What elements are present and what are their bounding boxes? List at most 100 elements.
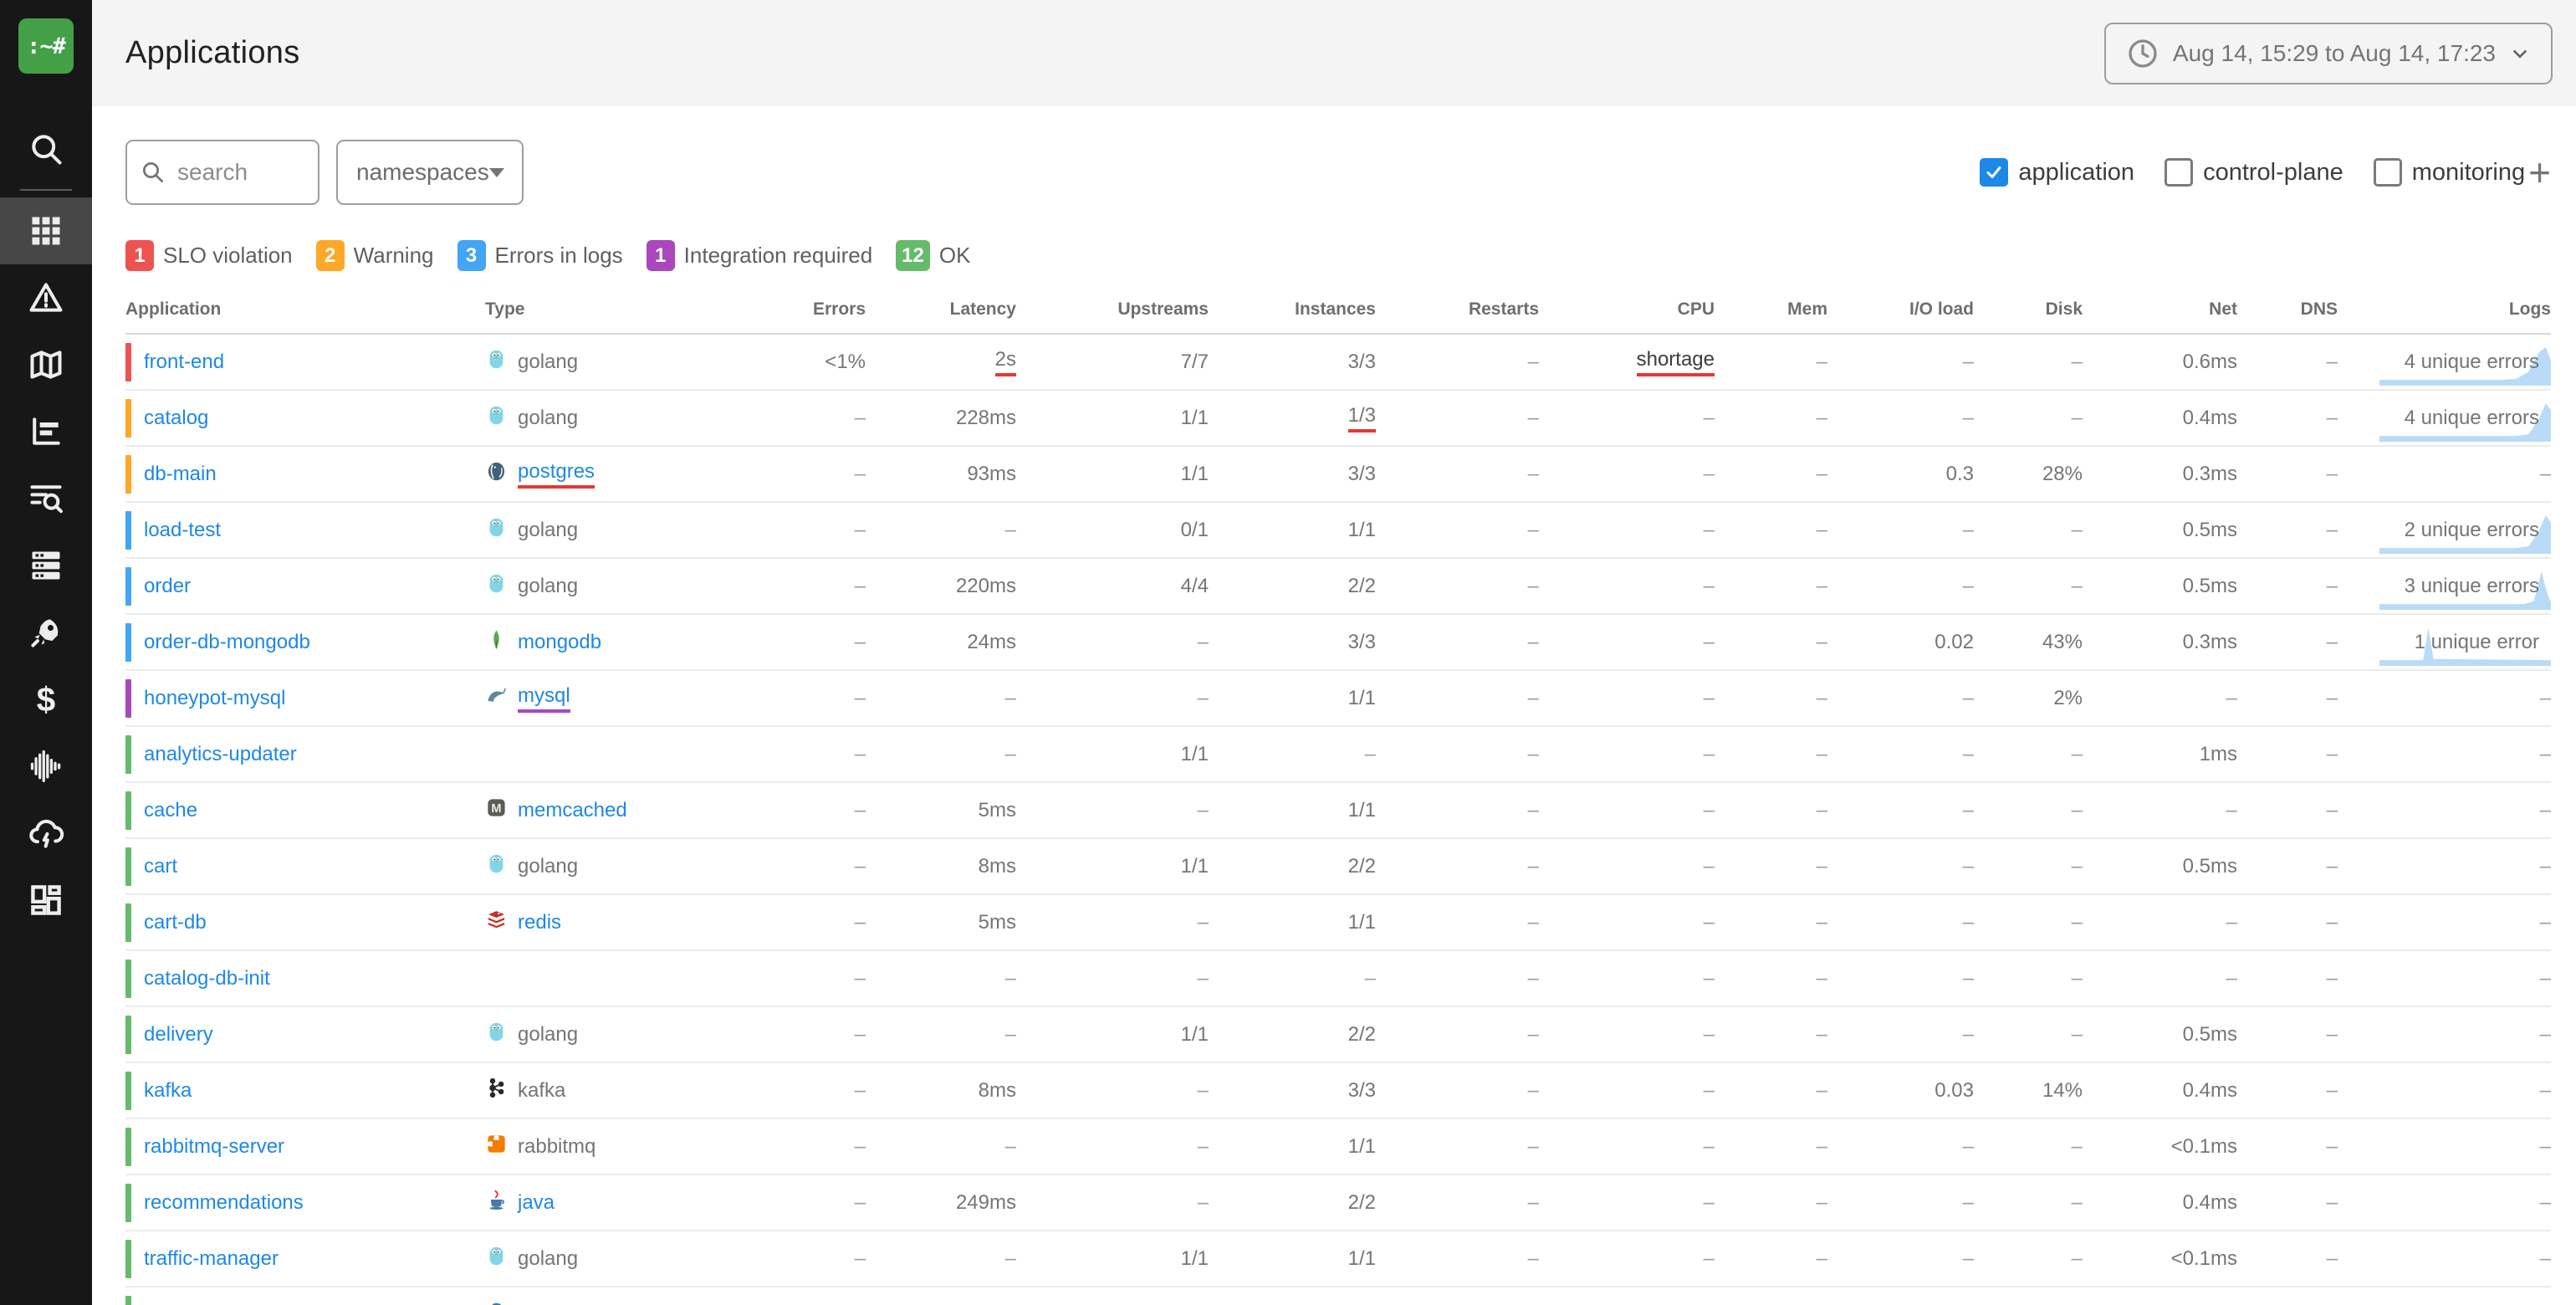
golang-icon xyxy=(485,348,508,376)
application-link[interactable]: front-end xyxy=(144,351,224,374)
type-label: golang xyxy=(518,855,578,878)
cell-value: 228ms xyxy=(956,407,1016,429)
empty-value: – xyxy=(1704,1247,1715,1270)
empty-value: – xyxy=(2540,799,2551,821)
apps-grid-icon xyxy=(27,212,65,250)
logs-link[interactable]: 2 unique errors xyxy=(2405,519,2539,542)
rabbitmq-icon xyxy=(485,1133,508,1161)
table-row-kafka: kafka kafka–8ms–3/3–––0.0314%0.4ms–– xyxy=(125,1062,2551,1118)
application-cell: catalog xyxy=(125,391,485,445)
type-label[interactable]: mysql xyxy=(518,684,570,713)
sidebar-item-incidents[interactable] xyxy=(0,264,92,331)
table-row-rabbitmq-server: rabbitmq-server rabbitmq–––1/1–––––<0.1m… xyxy=(125,1118,2551,1174)
empty-value: – xyxy=(1817,575,1827,597)
sidebar-item-anomalies[interactable] xyxy=(0,800,92,867)
logs-cell: 2 unique errors xyxy=(2338,502,2551,558)
application-cell: analytics-updater xyxy=(125,727,485,781)
type-label[interactable]: postgres xyxy=(518,460,595,489)
empty-value: – xyxy=(855,911,866,934)
logs-cell: – xyxy=(2338,782,2551,838)
application-cell: cart xyxy=(125,839,485,893)
application-link[interactable]: traffic-manager xyxy=(144,1247,279,1271)
application-link[interactable]: analytics-updater xyxy=(144,743,297,766)
empty-value: – xyxy=(2072,575,2083,597)
sidebar-item-deployments[interactable] xyxy=(0,599,92,666)
empty-value: – xyxy=(1528,463,1539,485)
sidebar-item-costs[interactable]: $ xyxy=(0,666,92,733)
cell-value: 3/3 xyxy=(1348,631,1376,653)
badge-count: 1 xyxy=(647,240,675,271)
type-label: golang xyxy=(518,407,578,430)
sidebar-item-profiling[interactable] xyxy=(0,733,92,800)
application-link[interactable]: order xyxy=(144,575,191,598)
application-link[interactable]: delivery xyxy=(144,1023,213,1047)
application-link[interactable]: order-db-mongodb xyxy=(144,631,310,654)
cell-value: 1ms xyxy=(2200,743,2237,765)
sidebar-item-traces[interactable] xyxy=(0,398,92,465)
type-cell: golang xyxy=(485,404,795,432)
badge-count: 3 xyxy=(457,240,486,271)
table-row-cart: cart golang–8ms1/12/2–––––0.5ms–– xyxy=(125,838,2551,894)
column-header-upstreams: Upstreams xyxy=(1016,299,1209,334)
cell-value: 0.5ms xyxy=(2183,519,2237,541)
empty-value: – xyxy=(2226,687,2237,709)
empty-value: – xyxy=(855,631,866,653)
cell-value: 14% xyxy=(2042,1079,2083,1102)
namespaces-select[interactable]: namespaces xyxy=(336,140,524,205)
empty-value: – xyxy=(1528,575,1539,597)
type-label: golang xyxy=(518,351,578,374)
golang-icon xyxy=(485,572,508,601)
empty-value: – xyxy=(1817,855,1827,878)
logs-link[interactable]: 3 unique errors xyxy=(2405,575,2539,598)
sidebar-item-search[interactable] xyxy=(0,115,92,182)
app-logo[interactable]: :~# xyxy=(18,18,74,74)
project-checkbox-application[interactable]: application xyxy=(1980,158,2134,187)
applications-table: ApplicationTypeErrorsLatencyUpstreamsIns… xyxy=(125,299,2551,1305)
application-cell: delivery xyxy=(125,1007,485,1062)
logs-cell: – xyxy=(2338,894,2551,950)
application-cell: kafka xyxy=(125,1063,485,1118)
type-label[interactable]: memcached xyxy=(518,799,627,822)
status-bar xyxy=(125,903,131,942)
project-checkbox-monitoring[interactable]: monitoring xyxy=(2374,158,2525,187)
sidebar-item-logs[interactable] xyxy=(0,465,92,532)
sidebar-item-nodes[interactable] xyxy=(0,532,92,599)
empty-value: – xyxy=(2540,855,2551,878)
sidebar-item-service-map[interactable] xyxy=(0,331,92,398)
logs-link[interactable]: 4 unique errors xyxy=(2405,407,2539,430)
empty-value: – xyxy=(855,1079,866,1102)
table-row-order-db-mongodb: order-db-mongodb mongodb–24ms–3/3–––0.02… xyxy=(125,614,2551,670)
postgres-icon xyxy=(485,460,508,489)
application-link[interactable]: db-main xyxy=(144,463,217,486)
logs-link[interactable]: 1 unique error xyxy=(2415,631,2539,654)
type-label[interactable]: redis xyxy=(518,911,561,934)
application-link[interactable]: rabbitmq-server xyxy=(144,1135,284,1159)
search-input[interactable] xyxy=(176,158,301,187)
empty-value: – xyxy=(1704,575,1715,597)
column-header-logs: Logs xyxy=(2338,299,2551,334)
sidebar-item-applications[interactable] xyxy=(0,197,92,264)
add-project-button[interactable]: + xyxy=(2528,153,2551,192)
logs-link[interactable]: 4 unique errors xyxy=(2405,351,2539,374)
empty-value: – xyxy=(1963,687,1974,709)
type-label[interactable]: mongodb xyxy=(518,631,601,654)
sidebar-item-dashboards[interactable] xyxy=(0,867,92,934)
project-checkbox-control-plane[interactable]: control-plane xyxy=(2165,158,2343,187)
time-range-picker[interactable]: Aug 14, 15:29 to Aug 14, 17:23 xyxy=(2104,23,2553,84)
cell-value: <0.1ms xyxy=(2171,1135,2237,1158)
type-cell: mysql xyxy=(485,684,795,713)
application-link[interactable]: recommendations xyxy=(144,1191,304,1215)
application-link[interactable]: cart-db xyxy=(144,911,207,934)
application-link[interactable]: cache xyxy=(144,799,197,822)
type-label[interactable]: java xyxy=(518,1191,555,1215)
application-link[interactable]: catalog-db-init xyxy=(144,967,270,990)
application-link[interactable]: honeypot-mysql xyxy=(144,687,285,710)
application-link[interactable]: catalog xyxy=(144,407,208,430)
empty-value: – xyxy=(1817,1191,1827,1214)
empty-value: – xyxy=(2072,351,2083,373)
application-link[interactable]: cart xyxy=(144,855,177,878)
application-link[interactable]: kafka xyxy=(144,1079,192,1103)
application-link[interactable]: load-test xyxy=(144,519,221,542)
empty-value: – xyxy=(1704,407,1715,429)
empty-value: – xyxy=(1528,1135,1539,1158)
